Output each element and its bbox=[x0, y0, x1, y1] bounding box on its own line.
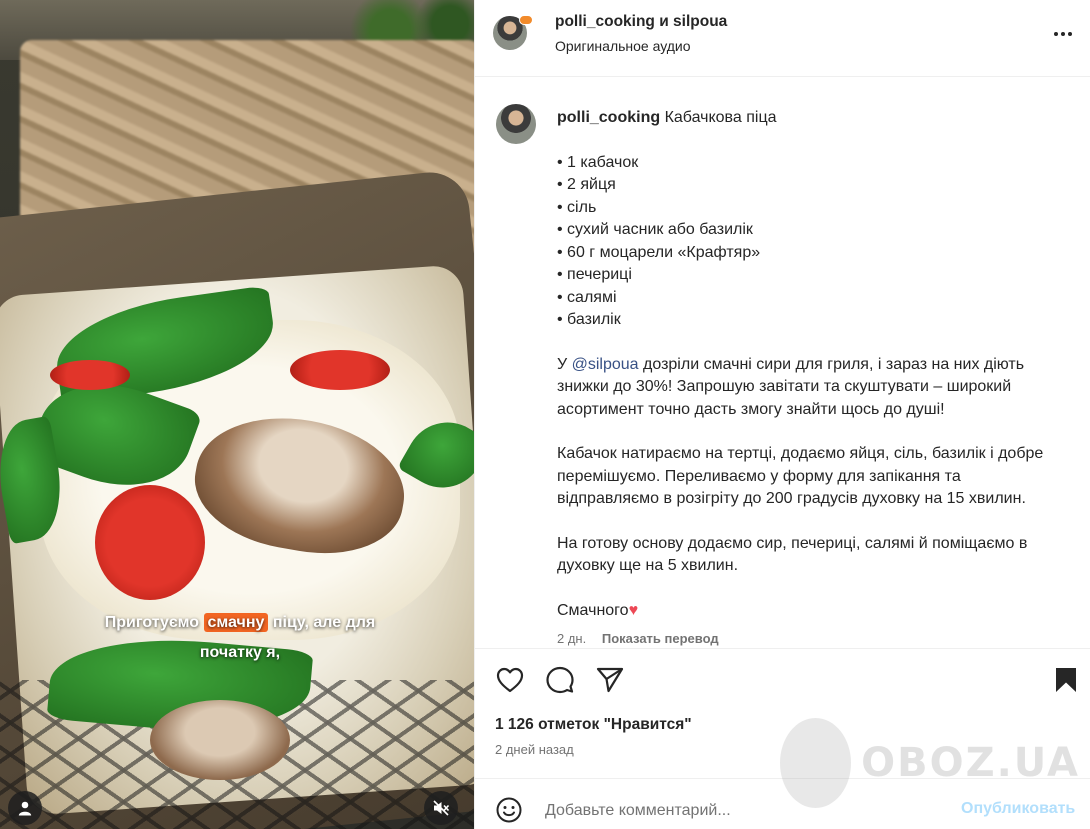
subtitle-post: піцу, але для bbox=[268, 614, 376, 631]
ingredients-list: • 1 кабачок • 2 яйця • сіль • сухий часн… bbox=[557, 152, 1067, 332]
post-header: polli_cooking и silpoua Оригинальное ауд… bbox=[475, 0, 1090, 77]
collab-badge-icon bbox=[519, 15, 533, 25]
speaker-muted-icon bbox=[433, 800, 450, 816]
video-salami bbox=[290, 350, 390, 390]
comments-scroll-area[interactable]: polli_cooking Кабачкова піца • 1 кабачок… bbox=[475, 78, 1090, 648]
likes-count[interactable]: 1 126 отметок "Нравится" bbox=[495, 716, 692, 734]
caption-paragraph-step1: Кабачок натираємо на тертці, додаємо яйц… bbox=[557, 445, 1044, 507]
bookmark-filled-icon bbox=[1056, 668, 1076, 692]
share-button[interactable] bbox=[595, 665, 625, 695]
tagged-users-button[interactable] bbox=[8, 791, 42, 825]
ingredient-item: • 2 яйця bbox=[557, 176, 616, 193]
comment-icon bbox=[546, 666, 574, 694]
video-salami bbox=[95, 485, 205, 600]
more-options-button[interactable] bbox=[1051, 22, 1075, 46]
video-mushroom bbox=[150, 700, 290, 780]
caption-paragraph-closing: Смачного♥ bbox=[557, 600, 1067, 623]
ingredient-item: • печериці bbox=[557, 266, 632, 283]
subtitle-pre: Приготуємо bbox=[104, 614, 204, 631]
video-subtitle: Приготуємо смачну піцу, але для початку … bbox=[60, 608, 420, 668]
closing-text: Смачного bbox=[557, 601, 629, 619]
caption-age: 2 дн. bbox=[557, 631, 587, 646]
caption-paragraph-step2: На готову основу додаємо сир, печериці, … bbox=[557, 534, 1028, 575]
caption-avatar[interactable] bbox=[496, 104, 536, 144]
like-button[interactable] bbox=[495, 665, 525, 695]
post-author-names[interactable]: polli_cooking и silpoua bbox=[555, 13, 727, 31]
ingredient-item: • сухий часник або базилік bbox=[557, 221, 753, 238]
show-translation-link[interactable]: Показать перевод bbox=[602, 631, 719, 646]
emoji-picker-button[interactable] bbox=[494, 795, 524, 825]
video-subtitle-line1: Приготуємо смачну піцу, але для bbox=[60, 608, 420, 638]
save-button[interactable] bbox=[1051, 665, 1081, 695]
post-time[interactable]: 2 дней назад bbox=[495, 742, 574, 757]
mute-button[interactable] bbox=[424, 791, 458, 825]
heart-emoji-icon: ♥ bbox=[628, 601, 639, 619]
user-icon bbox=[18, 801, 32, 816]
comment-input[interactable] bbox=[545, 799, 945, 823]
emoji-smile-icon bbox=[496, 797, 522, 823]
more-horizontal-icon bbox=[1054, 32, 1072, 36]
post-side-panel: polli_cooking и silpoua Оригинальное ауд… bbox=[474, 0, 1090, 829]
ingredient-item: • 1 кабачок bbox=[557, 153, 639, 171]
caption-paragraph-promo: У @silpoua дозріли смачні сири для гриля… bbox=[557, 354, 1067, 422]
comment-button[interactable] bbox=[545, 665, 575, 695]
video-subtitle-line2: початку я, bbox=[199, 644, 281, 661]
audio-link[interactable]: Оригинальное аудио bbox=[555, 38, 691, 54]
subtitle-highlight: смачну bbox=[203, 613, 269, 632]
caption-username[interactable]: polli_cooking bbox=[557, 109, 660, 126]
video-salami bbox=[50, 360, 130, 390]
ingredient-item: • 60 г моцарели «Крафтяр» bbox=[557, 243, 761, 261]
comment-form: Опубликовать bbox=[475, 778, 1090, 829]
promo-pre: У bbox=[557, 355, 572, 373]
ingredient-item: • базилік bbox=[557, 311, 621, 328]
post-video[interactable]: Приготуємо смачну піцу, але для початку … bbox=[0, 0, 474, 829]
heart-icon bbox=[496, 667, 524, 693]
post-comment-button[interactable]: Опубликовать bbox=[961, 800, 1075, 818]
caption-title-line: polli_cooking Кабачкова піца bbox=[557, 107, 1067, 130]
caption: polli_cooking Кабачкова піца • 1 кабачок… bbox=[557, 107, 1067, 648]
ingredient-item: • сіль bbox=[557, 198, 597, 216]
mention-link[interactable]: @silpoua bbox=[572, 356, 639, 373]
caption-title: Кабачкова піца bbox=[664, 109, 777, 126]
caption-meta: 2 дн. Показать перевод bbox=[557, 628, 1067, 648]
ingredient-item: • салямі bbox=[557, 288, 617, 306]
post-actions: 1 126 отметок "Нравится" 2 дней назад bbox=[475, 648, 1090, 778]
send-icon bbox=[596, 667, 624, 693]
